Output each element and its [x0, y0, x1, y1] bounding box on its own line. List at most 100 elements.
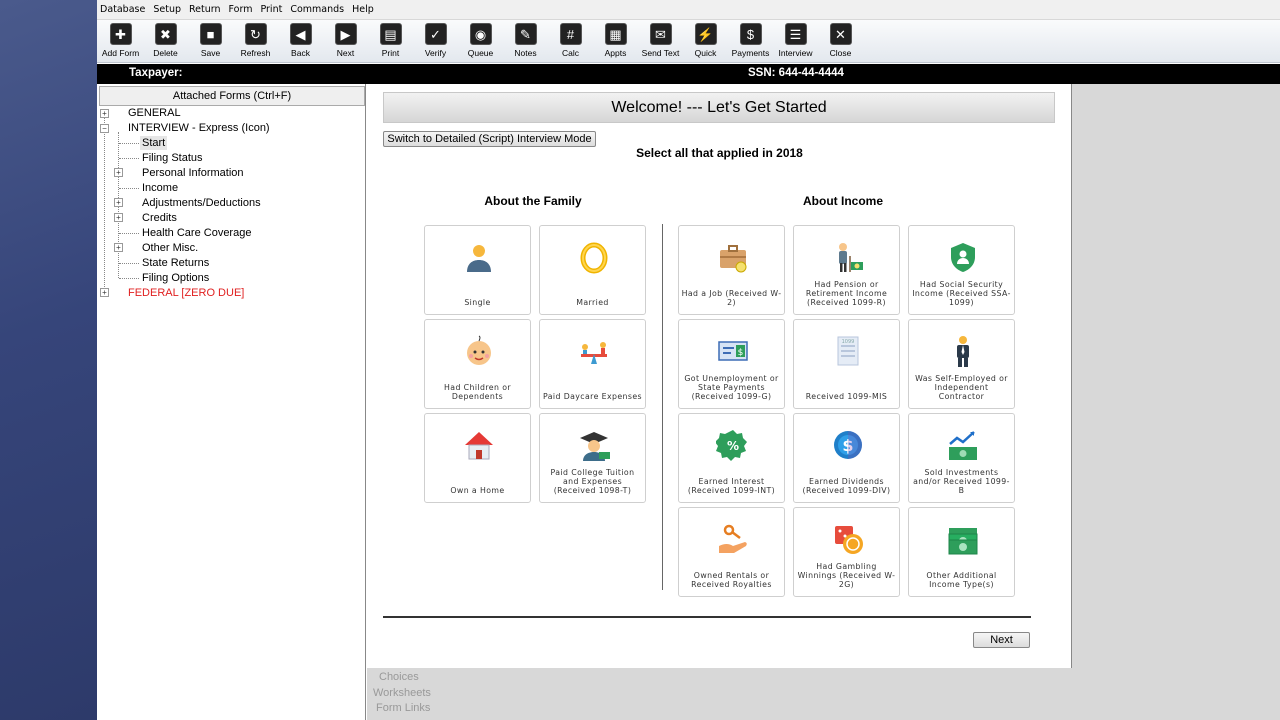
interview-card[interactable]: Sold Investments and/or Received 1099-B: [908, 413, 1015, 503]
interview-card[interactable]: 1099 Received 1099-MIS: [793, 319, 900, 409]
card-label: Had a Job (Received W-2): [681, 289, 782, 307]
toolbar-button[interactable]: ✕ Close: [818, 20, 863, 63]
menu-form[interactable]: Form: [229, 4, 253, 15]
menu-help[interactable]: Help: [352, 4, 374, 15]
attached-forms-button[interactable]: Attached Forms (Ctrl+F): [99, 86, 365, 106]
percent-badge-icon: %: [715, 428, 750, 462]
tree-item-other-misc[interactable]: Other Misc.: [142, 241, 198, 255]
toolbar-button[interactable]: ☰ Interview: [773, 20, 818, 63]
interview-card[interactable]: Married: [539, 225, 646, 315]
hand-key-icon: [716, 522, 750, 556]
toolbar-button[interactable]: ▶ Next: [323, 20, 368, 63]
toolbar-button[interactable]: ↻ Refresh: [233, 20, 278, 63]
interview-card[interactable]: Other Additional Income Type(s): [908, 507, 1015, 597]
tree-general[interactable]: GENERAL: [128, 106, 181, 120]
next-button[interactable]: Next: [973, 632, 1030, 648]
back-icon: ◀: [289, 23, 312, 45]
interview-card[interactable]: Single: [424, 225, 531, 315]
send-text-icon: ✉: [649, 23, 672, 45]
toolbar-button[interactable]: ✉ Send Text: [638, 20, 683, 63]
interview-card[interactable]: Paid College Tuition and Expenses (Recei…: [539, 413, 646, 503]
toolbar-button[interactable]: $ Payments: [728, 20, 773, 63]
choices-link[interactable]: Choices: [373, 670, 431, 686]
ssn-label: SSN: 644-44-4444: [748, 67, 844, 79]
dollar-coin-icon: $: [831, 428, 865, 462]
toolbar-button[interactable]: ◀ Back: [278, 20, 323, 63]
interview-card[interactable]: Own a Home: [424, 413, 531, 503]
interview-card[interactable]: Had Gambling Winnings (Received W-2G): [793, 507, 900, 597]
tree-line: [119, 278, 139, 279]
toolbar-button[interactable]: ✚ Add Form: [98, 20, 143, 63]
menu-database[interactable]: Database: [100, 4, 145, 15]
toolbar-button[interactable]: # Calc: [548, 20, 593, 63]
toolbar-button[interactable]: ✖ Delete: [143, 20, 188, 63]
toolbar-button[interactable]: ■ Save: [188, 20, 233, 63]
card-label: Own a Home: [450, 486, 505, 495]
tree-federal[interactable]: FEDERAL [ZERO DUE]: [128, 286, 244, 300]
tree-item-income[interactable]: Income: [142, 181, 178, 195]
quick-icon: ⚡: [694, 23, 717, 45]
interview-card[interactable]: $ Earned Dividends (Received 1099-DIV): [793, 413, 900, 503]
form-links-link[interactable]: Form Links: [373, 701, 431, 717]
tree-item-adjustments[interactable]: Adjustments/Deductions: [142, 196, 261, 210]
payments-icon: $: [739, 23, 762, 45]
toolbar-button[interactable]: ▤ Print: [368, 20, 413, 63]
expand-icon[interactable]: +: [100, 288, 109, 297]
menu-commands[interactable]: Commands: [290, 4, 344, 15]
toolbar-button-label: Interview: [778, 48, 813, 58]
interview-card[interactable]: $ Got Unemployment or State Payments (Rec…: [678, 319, 785, 409]
verify-icon: ✓: [424, 23, 447, 45]
close-icon: ✕: [829, 23, 852, 45]
toolbar-button-label: Calc: [561, 48, 579, 58]
tree-item-filing-options[interactable]: Filing Options: [142, 271, 209, 285]
interview-main-panel: Welcome! --- Let's Get Started Switch to…: [367, 84, 1072, 668]
desktop-background-left: [0, 0, 97, 720]
tree-line: [119, 188, 139, 189]
interview-card[interactable]: Had Pension or Retirement Income (Receiv…: [793, 225, 900, 315]
notes-icon: ✎: [514, 23, 537, 45]
delete-icon: ✖: [154, 23, 177, 45]
menu-setup[interactable]: Setup: [153, 4, 181, 15]
tree-item-filing-status[interactable]: Filing Status: [142, 151, 203, 165]
menu-print[interactable]: Print: [260, 4, 282, 15]
switch-mode-button[interactable]: Switch to Detailed (Script) Interview Mo…: [383, 131, 596, 147]
tree-item-health-care[interactable]: Health Care Coverage: [142, 226, 251, 240]
toolbar-button-label: Add Form: [101, 48, 140, 58]
forms-tree-panel: Attached Forms (Ctrl+F) + GENERAL − INTE…: [97, 84, 366, 720]
card-label: Owned Rentals or Received Royalties: [691, 571, 772, 589]
toolbar-button[interactable]: ⚡ Quick: [683, 20, 728, 63]
save-icon: ■: [199, 23, 222, 45]
expand-icon[interactable]: +: [114, 213, 123, 222]
tree-item-credits[interactable]: Credits: [142, 211, 177, 225]
menu-return[interactable]: Return: [189, 4, 221, 15]
toolbar-button[interactable]: ✎ Notes: [503, 20, 548, 63]
interview-card[interactable]: Had Social Security Income (Received SSA…: [908, 225, 1015, 315]
welcome-header: Welcome! --- Let's Get Started: [383, 92, 1055, 123]
interview-card[interactable]: Paid Daycare Expenses: [539, 319, 646, 409]
interview-card[interactable]: Owned Rentals or Received Royalties: [678, 507, 785, 597]
expand-icon[interactable]: +: [100, 109, 109, 118]
tree-item-personal-information[interactable]: Personal Information: [142, 166, 244, 180]
toolbar-button[interactable]: ✓ Verify: [413, 20, 458, 63]
interview-card[interactable]: Was Self-Employed or Independent Contrac…: [908, 319, 1015, 409]
interview-icon: ☰: [784, 23, 807, 45]
side-links: Choices Worksheets Form Links: [373, 670, 431, 717]
tree-line: [119, 233, 139, 234]
interview-card[interactable]: Had Children or Dependents: [424, 319, 531, 409]
collapse-icon[interactable]: −: [100, 124, 109, 133]
tree-item-state-returns[interactable]: State Returns: [142, 256, 209, 270]
briefcase-icon: [716, 240, 750, 274]
toolbar-button[interactable]: ▦ Appts: [593, 20, 638, 63]
interview-card[interactable]: Had a Job (Received W-2): [678, 225, 785, 315]
next-icon: ▶: [334, 23, 357, 45]
toolbar-button[interactable]: ◉ Queue: [458, 20, 503, 63]
expand-icon[interactable]: +: [114, 168, 123, 177]
interview-card[interactable]: % Earned Interest (Received 1099-INT): [678, 413, 785, 503]
tree-item-start[interactable]: Start: [140, 136, 168, 150]
tree-line: [119, 158, 139, 159]
expand-icon[interactable]: +: [114, 198, 123, 207]
tree-interview[interactable]: INTERVIEW - Express (Icon): [128, 121, 270, 135]
worksheets-link[interactable]: Worksheets: [373, 686, 431, 702]
card-label: Single: [464, 298, 491, 307]
expand-icon[interactable]: +: [114, 243, 123, 252]
